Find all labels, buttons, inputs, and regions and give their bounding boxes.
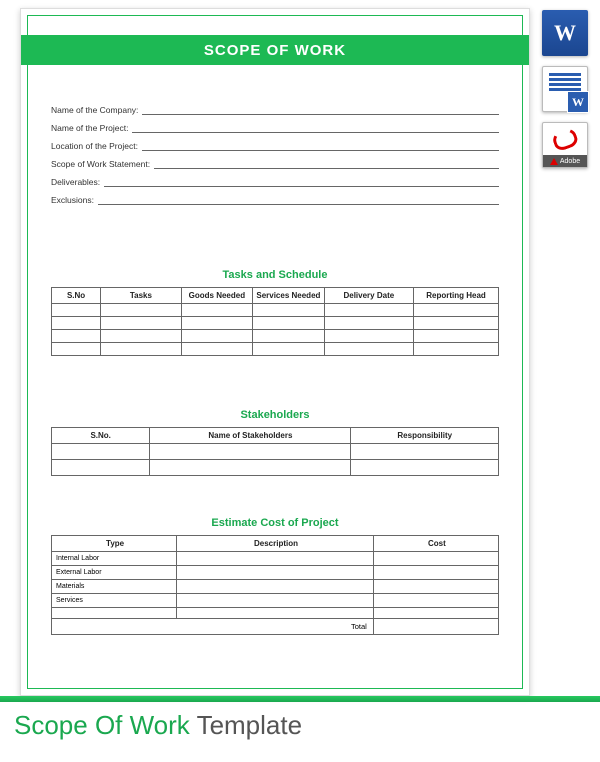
th: S.No. — [52, 428, 150, 444]
th: Name of Stakeholders — [150, 428, 351, 444]
adobe-bar: Adobe — [543, 155, 587, 167]
th: Cost — [373, 536, 498, 552]
cost-title: Estimate Cost of Project — [51, 517, 499, 529]
table-row: Internal Labor — [52, 552, 499, 566]
footer-bar — [0, 696, 600, 702]
table-header-row: S.No. Name of Stakeholders Responsibilit… — [52, 428, 499, 444]
field-row: Exclusions: — [51, 195, 499, 205]
footer-text: Scope Of Work Template — [14, 710, 302, 741]
table-row — [52, 304, 499, 317]
field-label: Name of the Company: — [51, 105, 142, 115]
footer-gray: Template — [190, 710, 302, 740]
field-row: Name of the Company: — [51, 105, 499, 115]
document-page: SCOPE OF WORK Name of the Company: Name … — [20, 8, 530, 696]
stakeholders-title: Stakeholders — [51, 409, 499, 421]
field-line — [142, 143, 499, 151]
field-line — [154, 161, 499, 169]
field-line — [132, 125, 499, 133]
table-row — [52, 444, 499, 460]
download-icons: W Adobe — [540, 10, 590, 168]
field-line — [142, 107, 499, 115]
th: Responsibility — [351, 428, 499, 444]
table-row — [52, 460, 499, 476]
word-icon[interactable]: W — [542, 10, 588, 56]
stakeholders-section: Stakeholders S.No. Name of Stakeholders … — [51, 409, 499, 476]
cost-type: Internal Labor — [52, 552, 177, 566]
th: Services Needed — [253, 288, 325, 304]
field-row: Location of the Project: — [51, 141, 499, 151]
cost-total-label: Total — [52, 619, 374, 635]
th: Reporting Head — [414, 288, 499, 304]
docx-icon[interactable] — [542, 66, 588, 112]
th: Description — [177, 536, 374, 552]
table-row — [52, 608, 499, 619]
field-row: Name of the Project: — [51, 123, 499, 133]
title-bar: SCOPE OF WORK — [21, 35, 529, 65]
table-row — [52, 330, 499, 343]
cost-type: Services — [52, 594, 177, 608]
pdf-icon[interactable]: Adobe — [542, 122, 588, 168]
word-letter: W — [554, 20, 576, 46]
table-row: External Labor — [52, 566, 499, 580]
cost-table: Type Description Cost Internal Labor Ext… — [51, 535, 499, 635]
fields-area: Name of the Company: Name of the Project… — [51, 105, 499, 213]
field-label: Deliverables: — [51, 177, 104, 187]
cost-total-row: Total — [52, 619, 499, 635]
table-row — [52, 343, 499, 356]
th: Goods Needed — [181, 288, 253, 304]
th: S.No — [52, 288, 101, 304]
stakeholders-table: S.No. Name of Stakeholders Responsibilit… — [51, 427, 499, 476]
table-row — [52, 317, 499, 330]
field-row: Scope of Work Statement: — [51, 159, 499, 169]
table-row: Services — [52, 594, 499, 608]
adobe-label: Adobe — [560, 158, 580, 165]
th: Type — [52, 536, 177, 552]
adobe-triangle-icon — [550, 158, 558, 165]
field-label: Exclusions: — [51, 195, 98, 205]
th: Delivery Date — [324, 288, 413, 304]
field-label: Name of the Project: — [51, 123, 132, 133]
footer-green: Scope Of Work — [14, 710, 190, 740]
cost-type: External Labor — [52, 566, 177, 580]
cost-section: Estimate Cost of Project Type Descriptio… — [51, 517, 499, 635]
tasks-title: Tasks and Schedule — [51, 269, 499, 281]
page-title: SCOPE OF WORK — [204, 42, 346, 59]
field-row: Deliverables: — [51, 177, 499, 187]
cost-type: Materials — [52, 580, 177, 594]
field-line — [98, 197, 499, 205]
table-header-row: S.No Tasks Goods Needed Services Needed … — [52, 288, 499, 304]
tasks-table: S.No Tasks Goods Needed Services Needed … — [51, 287, 499, 356]
field-label: Scope of Work Statement: — [51, 159, 154, 169]
pdf-swirl-icon — [550, 125, 579, 152]
table-header-row: Type Description Cost — [52, 536, 499, 552]
th: Tasks — [101, 288, 181, 304]
tasks-section: Tasks and Schedule S.No Tasks Goods Need… — [51, 269, 499, 356]
field-line — [104, 179, 499, 187]
field-label: Location of the Project: — [51, 141, 142, 151]
table-row: Materials — [52, 580, 499, 594]
